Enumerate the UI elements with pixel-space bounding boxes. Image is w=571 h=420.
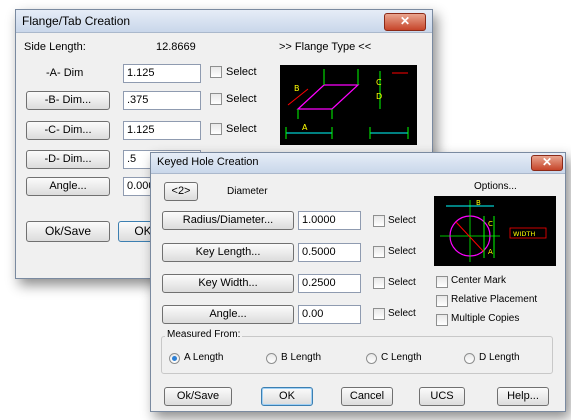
center-mark-label: Center Mark — [451, 275, 507, 286]
flange-title: Flange/Tab Creation — [22, 14, 131, 28]
svg-text:C: C — [488, 220, 493, 228]
svg-text:B: B — [294, 84, 300, 93]
flange-type-preview[interactable]: B C D A — [280, 65, 417, 145]
side-length-label: Side Length: — [24, 41, 86, 53]
relative-placement-label: Relative Placement — [451, 294, 538, 305]
flange-angle-button[interactable]: Angle... — [26, 177, 110, 196]
svg-text:A: A — [302, 123, 308, 132]
key-length-button[interactable]: Key Length... — [162, 243, 294, 262]
key-width-select-checkbox[interactable] — [373, 277, 385, 289]
key-width-button[interactable]: Key Width... — [162, 274, 294, 293]
close-icon: ✕ — [399, 14, 411, 28]
key-length-select-label: Select — [388, 246, 416, 257]
multiple-copies-label: Multiple Copies — [451, 313, 520, 324]
keyed-ok-save-button[interactable]: Ok/Save — [164, 387, 232, 406]
key-width-input[interactable]: 0.2500 — [298, 274, 361, 293]
flange-ok-save-button[interactable]: Ok/Save — [26, 221, 110, 242]
svg-text:A: A — [488, 248, 493, 256]
angle-select-label: Select — [388, 308, 416, 319]
c-dim-button[interactable]: -C- Dim... — [26, 121, 110, 140]
keyed-ok-button[interactable]: OK — [261, 387, 313, 406]
ucs-button[interactable]: UCS — [419, 387, 465, 406]
center-mark-checkbox[interactable] — [436, 276, 448, 288]
keyed-hole-diagram-icon: B C A WIDTH — [440, 199, 547, 262]
radius-diameter-button[interactable]: Radius/Diameter... — [162, 211, 294, 230]
flange-title-bar[interactable]: Flange/Tab Creation ✕ — [16, 10, 432, 33]
radius-select-checkbox[interactable] — [373, 215, 385, 227]
key-width-select-label: Select — [388, 277, 416, 288]
radio-c-length-label: C Length — [381, 352, 422, 363]
a-select-label: Select — [226, 66, 257, 78]
radius-select-label: Select — [388, 215, 416, 226]
b-select-label: Select — [226, 93, 257, 105]
help-button[interactable]: Help... — [497, 387, 549, 406]
b-dim-input[interactable]: .375 — [123, 91, 201, 110]
radio-b-length[interactable] — [266, 353, 277, 364]
keyed-angle-input[interactable]: 0.00 — [298, 305, 361, 324]
keyed-hole-window: Keyed Hole Creation ✕ <2> Diameter Optio… — [150, 152, 566, 412]
a-dim-label: -A- Dim — [46, 67, 84, 79]
a-select-checkbox[interactable] — [210, 66, 222, 78]
keyed-title-bar[interactable]: Keyed Hole Creation ✕ — [151, 153, 565, 174]
keyed-title: Keyed Hole Creation — [157, 156, 259, 168]
c-select-checkbox[interactable] — [210, 123, 222, 135]
radio-c-length[interactable] — [366, 353, 377, 364]
svg-text:C: C — [376, 78, 382, 87]
keyed-angle-button[interactable]: Angle... — [162, 305, 294, 324]
radius-diameter-input[interactable]: 1.0000 — [298, 211, 361, 230]
key-length-input[interactable]: 0.5000 — [298, 243, 361, 262]
svg-text:D: D — [376, 92, 382, 101]
flange-type-label[interactable]: >> Flange Type << — [279, 41, 371, 53]
b-dim-button[interactable]: -B- Dim... — [26, 91, 110, 110]
diameter-toggle-button[interactable]: <2> — [164, 182, 198, 201]
close-icon: ✕ — [541, 155, 553, 169]
keyed-hole-preview[interactable]: B C A WIDTH — [434, 196, 556, 266]
flange-close-button[interactable]: ✕ — [384, 13, 426, 31]
a-dim-input[interactable]: 1.125 — [123, 64, 201, 83]
radio-b-length-label: B Length — [281, 352, 322, 363]
radio-d-length-label: D Length — [479, 352, 520, 363]
radio-d-length[interactable] — [464, 353, 475, 364]
width-diagram-label: WIDTH — [513, 230, 535, 238]
b-select-checkbox[interactable] — [210, 93, 222, 105]
keyed-close-button[interactable]: ✕ — [531, 155, 563, 171]
c-select-label: Select — [226, 123, 257, 135]
side-length-value: 12.8669 — [156, 41, 196, 53]
options-label[interactable]: Options... — [474, 181, 517, 192]
measured-from-label: Measured From: — [165, 329, 243, 340]
svg-text:B: B — [476, 199, 481, 207]
relative-placement-checkbox[interactable] — [436, 295, 448, 307]
keyed-cancel-button[interactable]: Cancel — [341, 387, 393, 406]
key-length-select-checkbox[interactable] — [373, 246, 385, 258]
flange-diagram-icon: B C D A — [285, 69, 409, 139]
d-dim-button[interactable]: -D- Dim... — [26, 150, 110, 169]
multiple-copies-checkbox[interactable] — [436, 314, 448, 326]
diameter-label: Diameter — [227, 186, 268, 197]
radio-a-length[interactable] — [169, 353, 180, 364]
radio-a-length-label: A Length — [184, 352, 224, 363]
c-dim-input[interactable]: 1.125 — [123, 121, 201, 140]
angle-select-checkbox[interactable] — [373, 308, 385, 320]
